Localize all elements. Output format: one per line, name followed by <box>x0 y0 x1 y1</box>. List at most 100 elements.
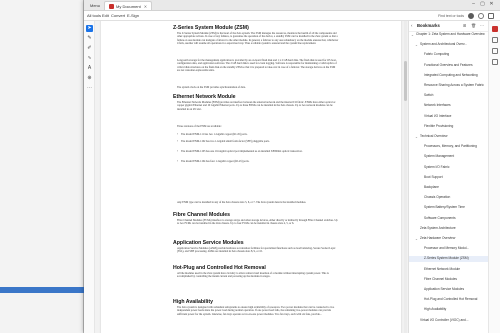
paragraph: Any ENM type can be installed in any of … <box>177 201 307 204</box>
bookmark-item[interactable]: Virtual I/O Interface <box>424 114 451 119</box>
bookmark-item[interactable]: Application Service Modules <box>424 287 464 292</box>
chevron-left-icon[interactable]: ‹ <box>411 23 413 28</box>
bookmarks-title: Bookmarks <box>417 23 440 28</box>
bookmark-item[interactable]: Backplane <box>424 185 439 190</box>
paragraph: The Ethernet Network Modules (ENM) provi… <box>177 101 336 111</box>
thumbnails-icon[interactable] <box>492 37 498 43</box>
paragraph: Long-term storage for the management app… <box>177 59 337 73</box>
paragraph: All the modules used in the Zeta system … <box>177 272 329 279</box>
paragraph: Application Service Modules (ASM) provid… <box>177 247 336 254</box>
list-item: The model ENM-1102 has two 1-Gigabit sma… <box>177 140 331 144</box>
bookmark-item[interactable]: Chapter 1: Zeta System and Hardware Over… <box>416 32 485 37</box>
background-app-selection-bar <box>0 287 84 293</box>
bookmark-item[interactable]: System and Architectural Overv... <box>420 42 467 47</box>
left-tool-rail: ➤ ✎ ✐ ∿ A ⊕ ⋯ <box>84 21 95 333</box>
chevron-down-icon[interactable]: ⌄ <box>415 43 418 47</box>
bookmark-item[interactable]: Chassis Operation <box>424 195 450 200</box>
bookmark-item[interactable]: Technical Overview <box>420 134 447 139</box>
bookmark-item[interactable]: Fibre Channel Modules <box>424 277 457 282</box>
bookmark-item[interactable]: Ethernet Network Module <box>424 267 460 272</box>
bookmark-item[interactable]: Processors, Memory, and Partitioning <box>424 144 477 149</box>
heading-high-availability: High Availability <box>173 299 213 305</box>
menu-right-group: Find text or tools <box>438 13 494 19</box>
bookmark-item[interactable]: System I/O Fabric <box>424 165 450 170</box>
menu-all-tools[interactable]: All tools <box>87 11 101 21</box>
paragraph: Three versions of the ENM are available: <box>177 125 222 128</box>
close-window-button[interactable]: ✕ <box>489 1 498 7</box>
bookmark-panel-icon[interactable] <box>492 26 498 32</box>
bookmark-item[interactable]: Virtual I/O Controller (VIOC) and... <box>420 318 468 323</box>
bookmark-item[interactable]: Resource Sharing Across a System Fabric <box>424 83 484 88</box>
chevron-down-icon[interactable]: ⌄ <box>415 135 418 139</box>
heading-hot-plug: Hot-Plug and Controlled Hot Removal <box>173 265 266 271</box>
bookmark-item[interactable]: Zeta Hardware Overview <box>420 236 455 241</box>
paragraph: The Z-Series System Module (ZSM) is the … <box>177 32 339 46</box>
stamp-icon[interactable]: ⊕ <box>86 75 93 82</box>
draw-icon[interactable]: ∿ <box>86 55 93 62</box>
close-icon[interactable]: ✕ <box>144 4 147 9</box>
delete-bookmark-icon[interactable]: 🗑 <box>471 23 476 28</box>
bookmarks-panel: ‹ Bookmarks ⊞ 🗑 ⋯ ⌄ Chapter 1: Zeta Syste… <box>408 21 489 333</box>
pdf-viewer-window: Menu My Document ✕ –▢✕ All tools Edit Con… <box>84 0 500 333</box>
text-icon[interactable]: A <box>86 65 93 72</box>
menu-e-sign[interactable]: E-Sign <box>127 11 139 21</box>
bookmark-item[interactable]: Functional Overview and Features <box>424 63 473 68</box>
bookmark-item[interactable]: System Management <box>424 155 454 159</box>
document-area[interactable]: Z-Series System Module (ZSM) The Z-Serie… <box>95 21 408 333</box>
pdf-icon <box>109 4 114 10</box>
window-controls: –▢✕ <box>471 1 498 7</box>
heading-zsm: Z-Series System Module (ZSM) <box>173 25 249 31</box>
attachments-icon[interactable] <box>492 48 498 54</box>
list-item: The model ENM-1104 has four 1-Gigabit co… <box>177 160 331 164</box>
add-bookmark-icon[interactable]: ⊞ <box>463 23 466 28</box>
right-side-rail <box>488 21 500 333</box>
document-scrollbar[interactable] <box>404 21 407 333</box>
bookmark-item[interactable]: Processor and Memory Modul... <box>424 246 469 251</box>
minimize-button[interactable]: – <box>471 1 480 7</box>
bookmark-item[interactable]: Zeta System Architecture <box>420 226 456 231</box>
comment-icon[interactable]: ✎ <box>86 35 93 42</box>
heading-asm: Application Service Modules <box>173 240 244 246</box>
paragraph: The system clock on the ZSM provides syn… <box>177 86 246 89</box>
share-icon[interactable] <box>488 13 494 19</box>
bookmark-item[interactable]: Network Interfaces <box>424 104 451 108</box>
heading-fcm: Fibre Channel Modules <box>173 212 231 218</box>
bookmark-item[interactable]: Hot-Plug and Controlled Hot Removal <box>424 297 477 302</box>
more-tools-icon[interactable]: ⋯ <box>86 85 93 92</box>
list-item: The model ENM-111 has two 1-Gigabit copp… <box>177 133 331 137</box>
bookmark-item[interactable]: Integrated Computing and Networking <box>424 73 478 78</box>
tab-menu[interactable]: Menu <box>86 1 104 10</box>
more-options-icon[interactable]: ⋯ <box>480 23 484 28</box>
bookmark-item[interactable]: Fabric Computing <box>424 53 449 57</box>
paragraph: The Zeta system is designed with redunda… <box>177 306 335 316</box>
ai-assistant-icon[interactable] <box>468 13 474 19</box>
tab-bar: Menu My Document ✕ –▢✕ <box>84 0 500 11</box>
tab-my-document-label: My Document <box>116 4 141 9</box>
find-text-search[interactable]: Find text or tools <box>438 13 464 19</box>
bookmark-item[interactable]: High Availability <box>424 308 446 312</box>
menu-edit[interactable]: Edit <box>102 11 109 21</box>
account-icon[interactable] <box>478 13 484 19</box>
scroll-thumb[interactable] <box>404 61 407 101</box>
bookmark-item[interactable]: Z-Series System Module (ZSM) <box>424 257 469 261</box>
background-app-window[interactable] <box>0 0 84 333</box>
maximize-button[interactable]: ▢ <box>480 1 489 7</box>
bookmark-item[interactable]: Software Components <box>424 216 456 221</box>
paragraph: Fibre Channel Modules (FCMs) interface t… <box>177 219 338 226</box>
bookmark-item[interactable]: System Battery/System Time <box>424 206 465 210</box>
layers-icon[interactable] <box>492 59 498 65</box>
bookmark-item[interactable]: Switch <box>424 93 433 98</box>
list-item: The model ENM-1103 has one 10-Gigabit op… <box>177 150 331 154</box>
tab-my-document[interactable]: My Document ✕ <box>104 1 153 10</box>
select-tool-icon[interactable]: ➤ <box>86 25 93 32</box>
chevron-down-icon[interactable]: ⌄ <box>415 237 418 241</box>
tab-menu-label: Menu <box>90 3 101 8</box>
bookmark-item[interactable]: Flexible Provisioning <box>424 124 453 129</box>
bookmarks-header: ‹ Bookmarks ⊞ 🗑 ⋯ <box>409 21 489 32</box>
menu-bar: All tools Edit Convert E-Sign Find text … <box>84 11 500 21</box>
chevron-down-icon[interactable]: ⌄ <box>411 33 414 37</box>
bookmark-item[interactable]: Boot Support <box>424 175 443 180</box>
menu-convert[interactable]: Convert <box>111 11 125 21</box>
highlight-icon[interactable]: ✐ <box>86 45 93 52</box>
heading-enm: Ethernet Network Module <box>173 94 236 100</box>
